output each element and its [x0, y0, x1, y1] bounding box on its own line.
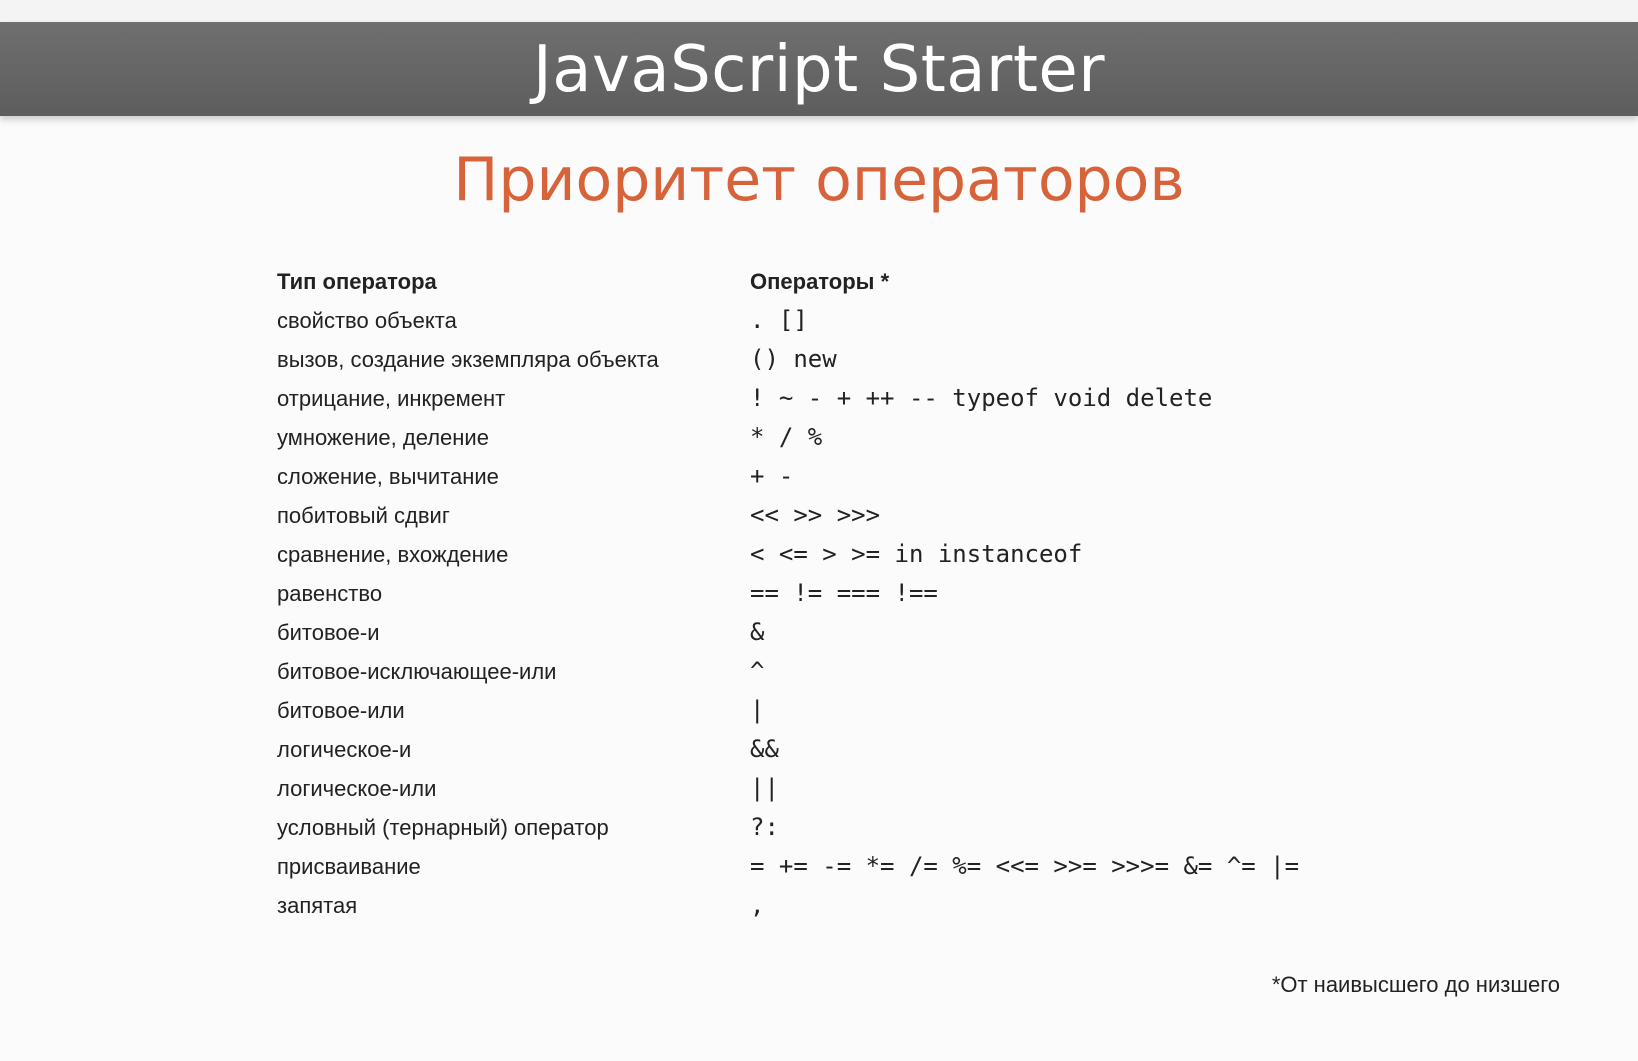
table-row: отрицание, инкремент ! ~ - + ++ -- typeo… — [277, 379, 1427, 418]
operator-type: битовое-исключающее-или — [277, 659, 557, 684]
table-header-row: Тип оператора Операторы * — [277, 262, 1427, 301]
header-operators: Операторы * — [750, 269, 890, 294]
table-row: условный (тернарный) оператор ?: — [277, 808, 1427, 847]
operators: () new — [750, 345, 837, 373]
footnote: *От наивысшего до низшего — [1271, 972, 1560, 997]
operator-type: условный (тернарный) оператор — [277, 815, 609, 840]
operators: = += -= *= /= %= <<= >>= >>>= &= ^= |= — [750, 852, 1300, 880]
table-row: побитовый сдвиг << >> >>> — [277, 496, 1427, 535]
table-row: битовое-исключающее-или ^ — [277, 652, 1427, 691]
table-row: сложение, вычитание + - — [277, 457, 1427, 496]
operators: ^ — [750, 657, 765, 685]
table-row: логическое-и && — [277, 730, 1427, 769]
operator-type: равенство — [277, 581, 383, 606]
operators: + - — [750, 462, 794, 490]
operator-type: логическое-и — [277, 737, 412, 762]
operators: * / % — [750, 423, 823, 451]
operator-type: отрицание, инкремент — [277, 386, 506, 411]
operator-type: побитовый сдвиг — [277, 503, 450, 528]
table-row: битовое-или | — [277, 691, 1427, 730]
header-banner: JavaScript Starter — [0, 22, 1638, 116]
operators: || — [750, 774, 779, 802]
operators: . [] — [750, 306, 808, 334]
operator-type: запятая — [277, 893, 358, 918]
table-row: свойство объекта . [] — [277, 301, 1427, 340]
operators: , — [750, 891, 765, 919]
header-operator-type: Тип оператора — [277, 269, 437, 294]
slide-title: Приоритет операторов — [453, 145, 1185, 215]
table-row: логическое-или || — [277, 769, 1427, 808]
operator-precedence-table: Тип оператора Операторы * свойство объек… — [277, 262, 1427, 925]
top-strip — [0, 0, 1638, 22]
operators: & — [750, 618, 765, 646]
operators: << >> >>> — [750, 501, 881, 529]
operators: < <= > >= in instanceof — [750, 540, 1083, 568]
operators: ?: — [750, 813, 779, 841]
operator-type: присваивание — [277, 854, 421, 879]
operator-type: сравнение, вхождение — [277, 542, 509, 567]
course-title: JavaScript Starter — [532, 33, 1106, 107]
operator-type: битовое-или — [277, 698, 405, 723]
operators: && — [750, 735, 779, 763]
operators: | — [750, 696, 765, 724]
table-row: битовое-и & — [277, 613, 1427, 652]
operator-type: умножение, деление — [277, 425, 489, 450]
operator-type: логическое-или — [277, 776, 437, 801]
operators: ! ~ - + ++ -- typeof void delete — [750, 384, 1213, 412]
table-row: запятая , — [277, 886, 1427, 925]
operator-type: битовое-и — [277, 620, 380, 645]
operators: == != === !== — [750, 579, 938, 607]
operator-type: сложение, вычитание — [277, 464, 499, 489]
table-row: сравнение, вхождение < <= > >= in instan… — [277, 535, 1427, 574]
table-row: присваивание = += -= *= /= %= <<= >>= >>… — [277, 847, 1427, 886]
operator-type: вызов, создание экземпляра объекта — [277, 347, 659, 372]
table-row: вызов, создание экземпляра объекта () ne… — [277, 340, 1427, 379]
table-row: умножение, деление * / % — [277, 418, 1427, 457]
operator-type: свойство объекта — [277, 308, 457, 333]
table-row: равенство == != === !== — [277, 574, 1427, 613]
